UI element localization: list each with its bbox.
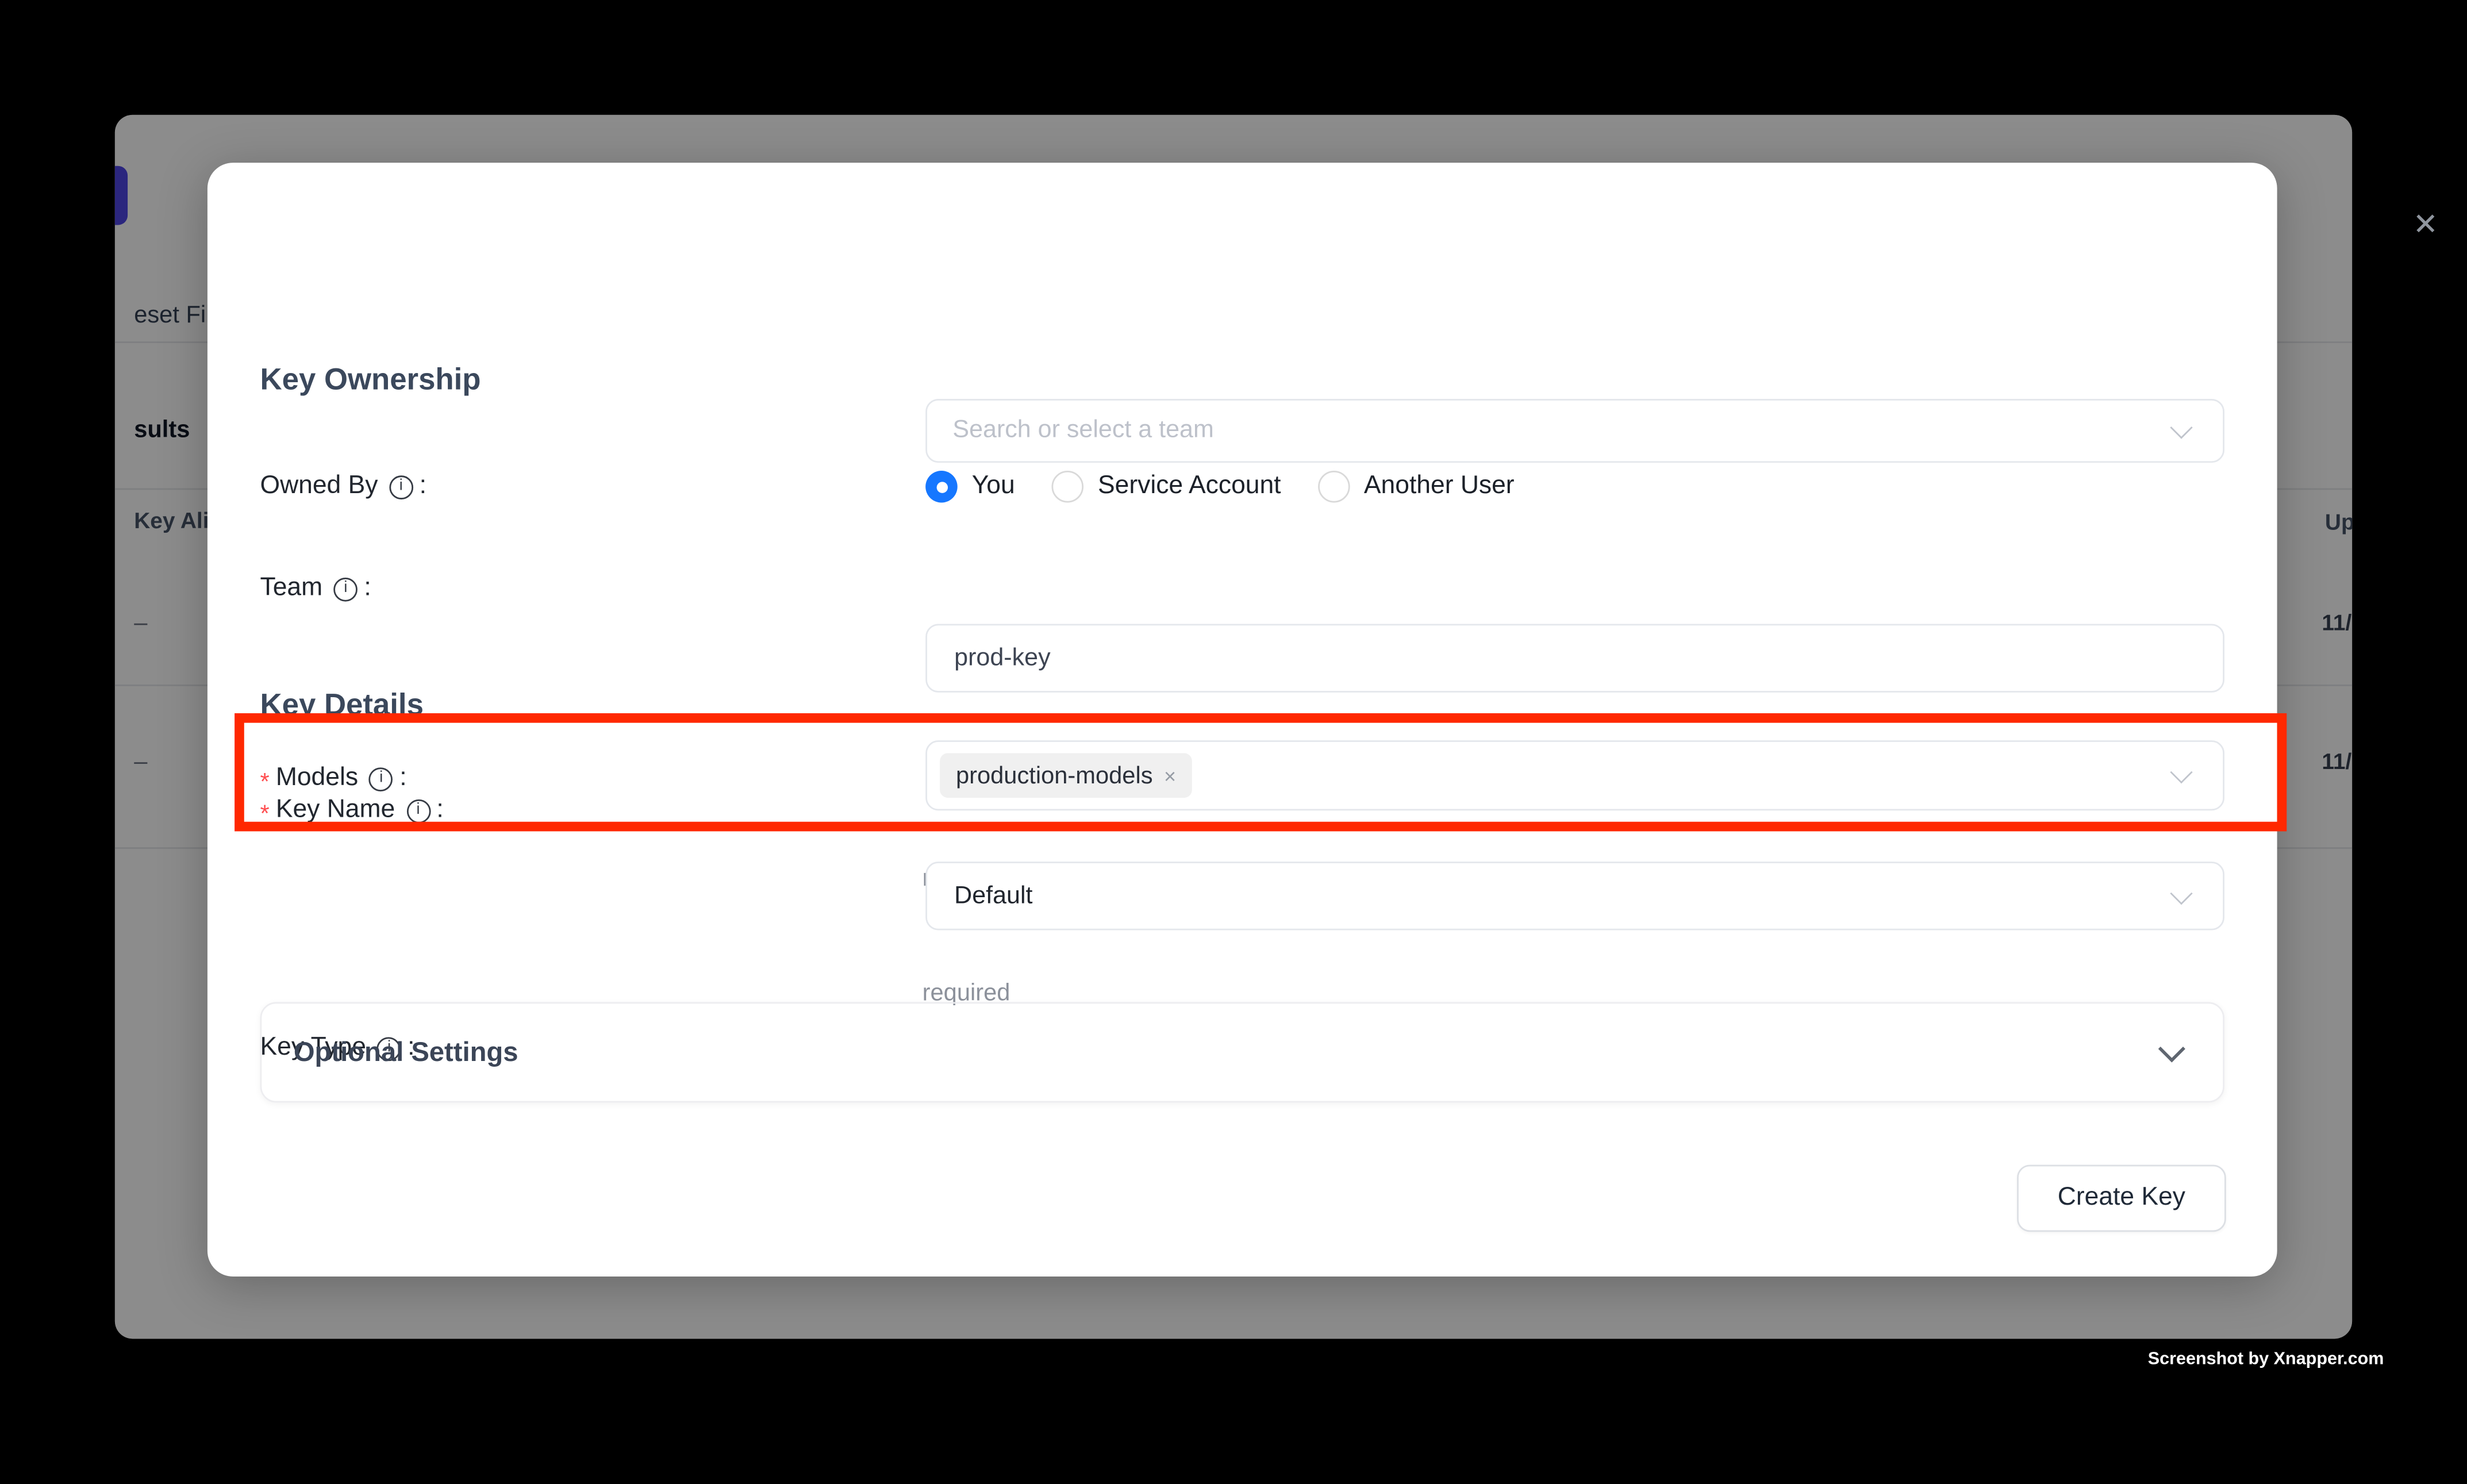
info-icon[interactable]: i bbox=[406, 798, 431, 822]
label-colon: : bbox=[436, 796, 443, 825]
selected-model-tag-label: production-models bbox=[956, 762, 1153, 789]
radio-option-you[interactable]: You bbox=[925, 471, 1015, 503]
selected-model-tag: production-models × bbox=[940, 753, 1192, 798]
team-select-placeholder: Search or select a team bbox=[952, 417, 1213, 445]
chevron-down-icon bbox=[2170, 416, 2192, 439]
key-name-input[interactable]: prod-key bbox=[925, 624, 2224, 692]
radio-unselected-icon[interactable] bbox=[1052, 471, 1084, 503]
team-select[interactable]: Search or select a team bbox=[925, 399, 2224, 463]
info-icon[interactable]: i bbox=[389, 475, 413, 499]
key-type-value: Default bbox=[954, 882, 1032, 910]
radio-label: Service Account bbox=[1098, 472, 1281, 501]
owned-by-radio-group: You Service Account Another User bbox=[925, 471, 1514, 503]
remove-tag-icon[interactable]: × bbox=[1164, 765, 1176, 786]
create-key-button[interactable]: Create Key bbox=[2017, 1165, 2226, 1232]
team-label: Team i : bbox=[260, 574, 371, 603]
models-select[interactable]: production-models × bbox=[925, 740, 2224, 810]
screenshot-canvas: eset Filt sults Key Alia Up – 11/ – 11/ … bbox=[0, 0, 2467, 1484]
team-label-text: Team bbox=[260, 574, 323, 603]
radio-unselected-icon[interactable] bbox=[1317, 471, 1350, 503]
owned-by-label: Owned By i : bbox=[260, 472, 426, 501]
key-name-label-text: Key Name bbox=[276, 796, 395, 825]
label-colon: : bbox=[399, 764, 406, 793]
key-name-label: * Key Name i : bbox=[260, 796, 444, 825]
required-asterisk: * bbox=[260, 768, 270, 795]
key-name-value: prod-key bbox=[954, 644, 1050, 672]
create-key-modal: ✕ Key Ownership Owned By i : You Service… bbox=[207, 163, 2277, 1277]
label-colon: : bbox=[364, 574, 371, 603]
radio-option-another-user[interactable]: Another User bbox=[1317, 471, 1514, 503]
optional-settings-title: Optional Settings bbox=[294, 1036, 518, 1068]
watermark-text: Screenshot by Xnapper.com bbox=[2148, 1350, 2352, 1369]
optional-settings-accordion[interactable]: Optional Settings bbox=[260, 1002, 2224, 1102]
section-title-key-details: Key Details bbox=[260, 689, 424, 724]
close-icon[interactable]: ✕ bbox=[2400, 199, 2451, 251]
info-icon[interactable]: i bbox=[334, 577, 358, 601]
radio-option-service-account[interactable]: Service Account bbox=[1052, 471, 1281, 503]
label-colon: : bbox=[420, 472, 426, 501]
key-type-select[interactable]: Default bbox=[925, 862, 2224, 930]
models-label: * Models i : bbox=[260, 764, 407, 793]
chevron-down-icon bbox=[2158, 1035, 2185, 1062]
radio-label: You bbox=[972, 472, 1015, 501]
stage: eset Filt sults Key Alia Up – 11/ – 11/ … bbox=[0, 0, 2467, 1484]
chevron-down-icon bbox=[2170, 761, 2192, 783]
radio-selected-icon[interactable] bbox=[925, 471, 958, 503]
chevron-down-icon bbox=[2170, 882, 2192, 904]
required-asterisk: * bbox=[260, 800, 270, 827]
radio-label: Another User bbox=[1364, 472, 1515, 501]
section-title-key-ownership: Key Ownership bbox=[260, 364, 481, 399]
owned-by-label-text: Owned By bbox=[260, 472, 378, 501]
info-icon[interactable]: i bbox=[369, 767, 393, 791]
models-label-text: Models bbox=[276, 764, 358, 793]
